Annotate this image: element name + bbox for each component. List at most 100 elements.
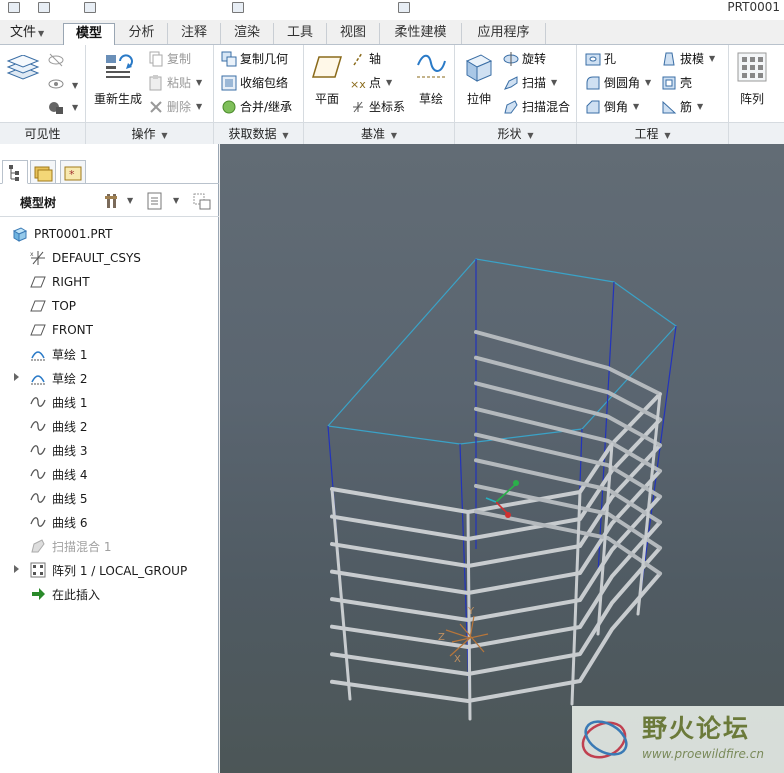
status-icon[interactable] <box>48 99 64 115</box>
chevron-down-icon[interactable]: ▼ <box>72 81 78 90</box>
group-label-operations[interactable]: 操作 ▼ <box>86 122 213 144</box>
tree-item-curve-3[interactable]: 曲线 3 <box>30 438 87 462</box>
swept-blend-label: 扫描混合 <box>522 100 571 114</box>
tree-item-pattern-1[interactable]: 阵列 1 / LOCAL_GROUP <box>14 558 187 582</box>
swept-blend-button[interactable]: 扫描混合 <box>503 98 570 115</box>
tab-flexible-modeling[interactable]: 柔性建模 <box>380 23 462 44</box>
sweep-button[interactable]: 扫描 ▼ <box>503 74 557 91</box>
layers-icon[interactable] <box>6 55 40 83</box>
draft-button[interactable]: 拔模 ▼ <box>661 50 715 67</box>
expand-arrow-icon[interactable] <box>14 373 19 381</box>
tab-view[interactable]: 视图 <box>327 23 380 44</box>
tree-item-label: 曲线 1 <box>52 395 88 410</box>
tree-item-insert-here[interactable]: 在此插入 <box>30 582 100 606</box>
group-label-engineering[interactable]: 工程 ▼ <box>577 122 728 144</box>
group-label-operations-text: 操作 <box>131 127 156 141</box>
tree-item-curve-1[interactable]: 曲线 1 <box>30 390 87 414</box>
tab-model[interactable]: 模型 <box>63 23 115 46</box>
revolve-button[interactable]: 旋转 <box>503 50 546 67</box>
paste-button[interactable]: 粘贴 ▼ <box>148 74 202 91</box>
tab-tools[interactable]: 工具 <box>274 23 327 44</box>
tab-model-tree[interactable] <box>2 160 28 184</box>
file-menu[interactable]: 文件 ▼ <box>0 23 56 43</box>
tree-item-sketch-2[interactable]: 草绘 2 <box>14 366 87 390</box>
quick-access-toolbar: PRT0001 <box>0 0 784 20</box>
csys-button[interactable]: 坐标系 <box>350 98 405 115</box>
chevron-down-icon[interactable]: ▼ <box>173 196 179 205</box>
new-icon[interactable] <box>8 2 20 13</box>
part-icon <box>12 227 28 242</box>
graphics-window[interactable]: Y Z X <box>220 144 784 773</box>
delete-button[interactable]: 删除 ▼ <box>148 98 202 115</box>
tree-item-curve-6[interactable]: 曲线 6 <box>30 510 87 534</box>
pattern-button[interactable]: 阵列 <box>735 51 769 107</box>
tree-item-label: RIGHT <box>52 275 90 289</box>
tree-item-front[interactable]: FRONT <box>30 318 93 342</box>
sketch-label: 草绘 <box>418 92 443 106</box>
chevron-down-icon[interactable]: ▼ <box>127 196 133 205</box>
tab-favorites[interactable]: * <box>60 160 86 184</box>
datum-plane-icon <box>30 324 46 336</box>
show-icon[interactable] <box>48 77 64 91</box>
chevron-down-icon: ▼ <box>633 102 640 111</box>
round-label: 倒圆角 <box>604 76 641 90</box>
group-get-data: 复制几何 收缩包络 合并/继承 获取数据 ▼ <box>214 45 304 144</box>
tree-item-curve-2[interactable]: 曲线 2 <box>30 414 87 438</box>
tab-annotate[interactable]: 注释 <box>168 23 221 44</box>
tree-item-label: 草绘 1 <box>52 347 88 362</box>
sweep-icon <box>503 75 519 91</box>
sketch-button[interactable]: 草绘 <box>412 51 450 107</box>
regenerate-button[interactable]: 重新生成 <box>90 51 146 107</box>
show-icon[interactable] <box>146 192 164 210</box>
shrinkwrap-button[interactable]: 收缩包络 <box>221 74 288 91</box>
tree-item-sketch-1[interactable]: 草绘 1 <box>30 342 87 366</box>
rib-button[interactable]: 筋 ▼ <box>661 98 703 115</box>
copy-geometry-button[interactable]: 复制几何 <box>221 50 288 67</box>
ribbon-tab-bar: 文件 ▼ 模型 分析 注释 渲染 工具 视图 柔性建模 应用程序 <box>0 21 784 46</box>
chevron-down-icon: ▼ <box>196 102 203 111</box>
close-window-icon[interactable] <box>398 2 410 13</box>
hole-button[interactable]: 孔 <box>585 50 616 67</box>
group-label-shapes-text: 形状 <box>497 127 522 141</box>
tab-render[interactable]: 渲染 <box>221 23 274 44</box>
settings-icon[interactable] <box>103 192 123 210</box>
tree-item-default-csys[interactable]: x DEFAULT_CSYS <box>30 246 141 270</box>
hole-icon <box>585 51 601 67</box>
filter-icon[interactable] <box>192 192 212 210</box>
tab-analysis[interactable]: 分析 <box>116 23 168 44</box>
axis-button[interactable]: 轴 <box>350 50 381 67</box>
window-icon[interactable] <box>232 2 244 13</box>
round-button[interactable]: 倒圆角 ▼ <box>585 74 651 91</box>
group-label-shapes[interactable]: 形状 ▼ <box>455 122 576 144</box>
chevron-down-icon[interactable]: ▼ <box>72 103 78 112</box>
group-label-datum[interactable]: 基准 ▼ <box>304 122 454 144</box>
revolve-label: 旋转 <box>522 52 547 66</box>
tree-item-part[interactable]: PRT0001.PRT <box>12 222 112 246</box>
tab-applications[interactable]: 应用程序 <box>462 23 546 44</box>
tree-item-curve-5[interactable]: 曲线 5 <box>30 486 87 510</box>
extrude-button[interactable]: 拉伸 <box>459 51 499 107</box>
chevron-down-icon: ▼ <box>386 78 393 87</box>
merge-inherit-button[interactable]: 合并/继承 <box>221 98 292 115</box>
tab-folder-browser[interactable] <box>30 160 56 184</box>
tree-item-right[interactable]: RIGHT <box>30 270 90 294</box>
shell-button[interactable]: 壳 <box>661 74 692 91</box>
hide-icon[interactable] <box>48 53 64 67</box>
insert-here-icon <box>32 588 45 600</box>
plane-icon <box>311 56 343 78</box>
tree-item-swept-blend-1[interactable]: 扫描混合 1 <box>30 534 111 558</box>
chevron-down-icon: ▼ <box>282 131 289 140</box>
point-button[interactable]: ×x 点 ▼ <box>350 74 392 91</box>
tree-item-label: 在此插入 <box>52 587 101 602</box>
copy-button[interactable]: 复制 <box>148 50 191 67</box>
group-label-get-data[interactable]: 获取数据 ▼ <box>214 122 303 144</box>
tree-item-label: 曲线 2 <box>52 419 88 434</box>
open-icon[interactable] <box>38 2 50 13</box>
tree-item-top[interactable]: TOP <box>30 294 76 318</box>
plane-button[interactable]: 平面 <box>308 51 346 107</box>
expand-arrow-icon[interactable] <box>14 565 19 573</box>
tree-item-curve-4[interactable]: 曲线 4 <box>30 462 87 486</box>
watermark-title: 野火论坛 <box>642 714 751 743</box>
chamfer-button[interactable]: 倒角 ▼ <box>585 98 639 115</box>
save-icon[interactable] <box>84 2 96 13</box>
